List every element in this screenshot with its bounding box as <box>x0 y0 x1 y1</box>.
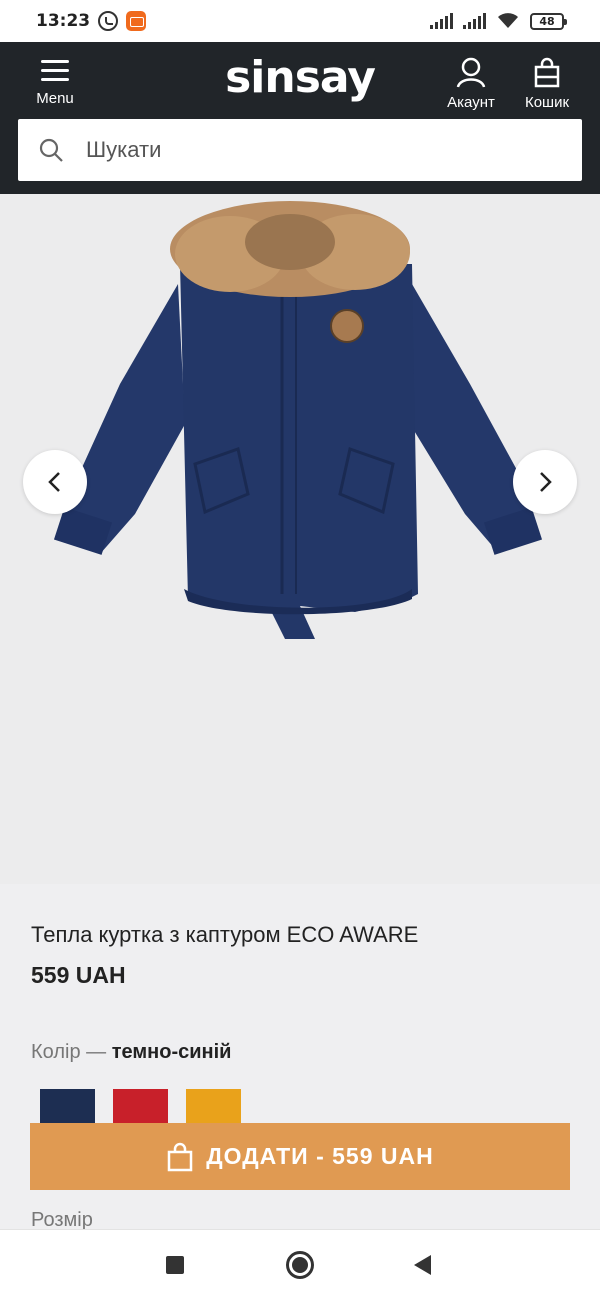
chevron-right-icon <box>540 472 552 492</box>
viber-icon <box>98 11 119 31</box>
product-gallery[interactable] <box>0 194 600 884</box>
account-label: Акаунт <box>447 94 495 111</box>
battery-indicator: 48 <box>530 12 567 30</box>
product-title: Тепла куртка з каптуром ECO AWARE <box>31 922 419 947</box>
home-icon[interactable] <box>286 1251 314 1279</box>
signal-icon-2 <box>463 13 486 29</box>
system-nav-bar <box>0 1229 600 1299</box>
color-row: Колір — темно-синій <box>31 1041 231 1064</box>
site-header: Menu sinsay Акаунт Кошик <box>0 42 600 194</box>
status-bar: 13:23 48 <box>0 0 600 42</box>
status-left: 13:23 <box>36 11 147 31</box>
status-right: 48 <box>430 12 567 30</box>
shopping-bag-icon <box>534 57 560 88</box>
shopping-bag-icon <box>168 1142 193 1171</box>
search-bar[interactable] <box>18 119 582 181</box>
back-icon[interactable] <box>414 1255 431 1275</box>
product-image <box>53 201 543 639</box>
chevron-left-icon <box>48 472 60 492</box>
color-value: темно-синій <box>111 1041 232 1063</box>
search-input[interactable] <box>86 137 546 163</box>
add-to-cart-button[interactable]: ДОДАТИ - 559 UAH <box>30 1123 570 1190</box>
mi-app-icon <box>126 11 147 31</box>
next-image-button[interactable] <box>513 450 577 514</box>
user-icon <box>456 57 486 88</box>
wifi-icon <box>498 13 518 28</box>
search-icon <box>39 138 63 162</box>
signal-icon <box>430 13 453 29</box>
add-to-cart-label: ДОДАТИ - 559 UAH <box>206 1143 434 1169</box>
sinsay-logo[interactable]: sinsay <box>0 52 600 103</box>
cart-label: Кошик <box>524 94 570 111</box>
prev-image-button[interactable] <box>23 450 87 514</box>
product-price: 559 UAH <box>31 962 126 988</box>
recents-icon[interactable] <box>166 1256 184 1274</box>
cart-button[interactable]: Кошик <box>518 56 576 111</box>
color-label: Колір — <box>31 1041 107 1063</box>
product-info: Тепла куртка з каптуром ECO AWARE 559 UA… <box>0 884 600 1231</box>
account-button[interactable]: Акаунт <box>440 56 502 111</box>
status-time: 13:23 <box>36 11 91 31</box>
